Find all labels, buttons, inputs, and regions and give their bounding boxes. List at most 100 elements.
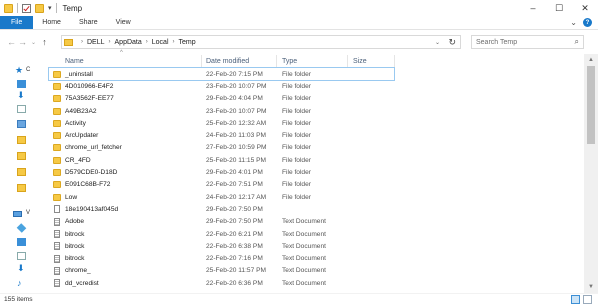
- file-row[interactable]: chrome_url_fetcher 27-Feb-20 10:59 PM File…: [49, 142, 584, 154]
- file-name-cell[interactable]: E091C68B-F72: [53, 179, 110, 191]
- documents-icon[interactable]: [17, 105, 26, 113]
- folder-icon[interactable]: [17, 168, 26, 176]
- file-row[interactable]: bitrock 22-Feb-20 6:38 PM Text Document: [49, 240, 584, 252]
- column-name[interactable]: Name: [65, 54, 84, 68]
- expand-ribbon-icon[interactable]: ⌄: [570, 18, 577, 27]
- tab-file[interactable]: File: [0, 16, 34, 29]
- details-view-icon[interactable]: [571, 295, 580, 304]
- search-input[interactable]: Search Temp ⌕: [471, 35, 584, 49]
- chevron-right-icon[interactable]: ›: [81, 39, 83, 45]
- desktop-icon[interactable]: [17, 238, 26, 246]
- file-name-cell[interactable]: bitrock: [53, 252, 84, 264]
- tab-share[interactable]: Share: [70, 16, 107, 29]
- file-name-cell[interactable]: 18e190413af045d: [53, 203, 118, 215]
- file-name-cell[interactable]: dd_vcredist: [53, 277, 99, 289]
- file-row[interactable]: Activity 25-Feb-20 12:32 AM File folder: [49, 117, 584, 129]
- file-row[interactable]: D579CDE0-D18D 29-Feb-20 4:01 PM File folde…: [49, 166, 584, 178]
- column-divider[interactable]: [347, 55, 348, 67]
- back-arrow-icon[interactable]: ←: [6, 37, 17, 47]
- properties-icon[interactable]: [22, 3, 31, 13]
- file-name-cell[interactable]: Adobe: [53, 216, 84, 228]
- large-icons-view-icon[interactable]: [583, 295, 592, 304]
- desktop-icon[interactable]: [17, 80, 26, 88]
- customize-toolbar-icon[interactable]: ▾: [48, 4, 52, 12]
- chevron-right-icon[interactable]: ›: [109, 39, 111, 45]
- quick-access-star-icon[interactable]: ★: [15, 65, 23, 76]
- folder-icon[interactable]: [17, 152, 26, 160]
- pictures-icon[interactable]: [17, 120, 26, 128]
- column-type[interactable]: Type: [282, 54, 297, 68]
- file-row[interactable]: CR_4FD 25-Feb-20 11:15 PM File folder: [49, 154, 584, 166]
- file-date: 22-Feb-20 7:51 PM: [206, 181, 263, 189]
- file-row[interactable]: ArcUpdater 24-Feb-20 11:03 PM File folder: [49, 129, 584, 141]
- maximize-button[interactable]: ☐: [546, 0, 572, 16]
- scroll-up-icon[interactable]: ▲: [584, 54, 598, 66]
- forward-arrow-icon[interactable]: →: [17, 37, 28, 47]
- column-size[interactable]: Size: [353, 54, 367, 68]
- breadcrumb-appdata[interactable]: AppData: [115, 39, 142, 46]
- folder-icon: [53, 119, 61, 127]
- breadcrumb-local[interactable]: Local: [152, 39, 169, 46]
- minimize-button[interactable]: –: [520, 0, 546, 16]
- file-row[interactable]: A49B23A2 23-Feb-20 10:07 PM File folder: [49, 105, 584, 117]
- column-divider[interactable]: [394, 55, 395, 67]
- column-date-modified[interactable]: Date modified: [206, 54, 249, 68]
- help-icon[interactable]: ?: [583, 18, 592, 27]
- tab-view[interactable]: View: [107, 16, 140, 29]
- file-name-cell[interactable]: D579CDE0-D18D: [53, 166, 117, 178]
- file-row[interactable]: Adobe 29-Feb-20 7:50 PM Text Document: [49, 216, 584, 228]
- documents-icon[interactable]: [17, 252, 26, 260]
- file-row[interactable]: 75A3562F-EE77 29-Feb-20 4:04 PM File folde…: [49, 93, 584, 105]
- breadcrumb-dell[interactable]: DELL: [87, 39, 105, 46]
- file-name-cell[interactable]: Low: [53, 191, 77, 203]
- file-row[interactable]: bitrock 22-Feb-20 6:21 PM Text Document: [49, 228, 584, 240]
- downloads-icon[interactable]: ⬇: [17, 90, 25, 101]
- new-folder-icon[interactable]: [35, 3, 44, 13]
- column-divider[interactable]: [276, 55, 277, 67]
- file-row[interactable]: 18e190413af045d 29-Feb-20 7:50 PM: [49, 203, 584, 215]
- file-row[interactable]: Low 24-Feb-20 12:17 AM File folder: [49, 191, 584, 203]
- text-document-icon: [54, 217, 60, 226]
- refresh-icon[interactable]: ↻: [448, 37, 456, 48]
- this-pc-icon[interactable]: [13, 211, 22, 217]
- file-name-cell[interactable]: _uninstall: [53, 68, 93, 80]
- file-name-cell[interactable]: 75A3562F-EE77: [53, 93, 114, 105]
- file-name-cell[interactable]: bitrock: [53, 228, 84, 240]
- downloads-icon[interactable]: ⬇: [17, 263, 25, 274]
- file-row[interactable]: bitrock 22-Feb-20 7:16 PM Text Document: [49, 252, 584, 264]
- file-name-cell[interactable]: Activity: [53, 117, 86, 129]
- file-name-cell[interactable]: ArcUpdater: [53, 129, 98, 141]
- column-divider[interactable]: [201, 55, 202, 67]
- file-name-cell[interactable]: chrome_url_fetcher: [53, 142, 122, 154]
- file-row[interactable]: dd_vcredist 22-Feb-20 6:36 PM Text Documen…: [49, 277, 584, 289]
- chevron-right-icon[interactable]: ›: [173, 39, 175, 45]
- file-name-cell[interactable]: chrome_: [53, 265, 91, 277]
- up-arrow-icon[interactable]: ↑: [39, 37, 50, 47]
- nav-item-label[interactable]: C: [26, 67, 30, 73]
- file-row[interactable]: _uninstall 22-Feb-20 7:15 PM File folder: [48, 66, 395, 82]
- chevron-down-icon[interactable]: ⌄: [435, 39, 440, 46]
- file-row[interactable]: chrome_ 25-Feb-20 11:57 PM Text Document: [49, 265, 584, 277]
- file-name-cell[interactable]: A49B23A2: [53, 105, 97, 117]
- file-row[interactable]: E091C68B-F72 22-Feb-20 7:51 PM File folder: [49, 179, 584, 191]
- folder-icon[interactable]: [17, 136, 26, 144]
- file-name-cell[interactable]: bitrock: [53, 240, 84, 252]
- divider: [55, 3, 57, 13]
- nav-item-label[interactable]: V: [26, 210, 30, 216]
- 3d-objects-icon[interactable]: [16, 223, 27, 233]
- file-name-cell[interactable]: 4D010966-E4F2: [53, 80, 113, 92]
- file-row[interactable]: 4D010966-E4F2 23-Feb-20 10:07 PM File fold…: [49, 80, 584, 92]
- scrollbar-thumb[interactable]: [587, 66, 595, 144]
- vertical-scrollbar[interactable]: ▲ ▼: [584, 54, 598, 293]
- tab-home[interactable]: Home: [33, 16, 70, 29]
- file-name-cell[interactable]: CR_4FD: [53, 154, 91, 166]
- scroll-down-icon[interactable]: ▼: [584, 281, 598, 293]
- chevron-right-icon[interactable]: ›: [146, 39, 148, 45]
- file-name: Adobe: [65, 218, 85, 226]
- close-button[interactable]: ✕: [572, 0, 598, 16]
- music-icon[interactable]: ♪: [17, 278, 22, 288]
- breadcrumb-temp[interactable]: Temp: [179, 39, 196, 46]
- recent-locations-icon[interactable]: ⌄: [28, 39, 39, 46]
- address-bar[interactable]: › DELL › AppData › Local › Temp ⌄ ↻: [61, 35, 461, 49]
- folder-icon[interactable]: [17, 184, 26, 192]
